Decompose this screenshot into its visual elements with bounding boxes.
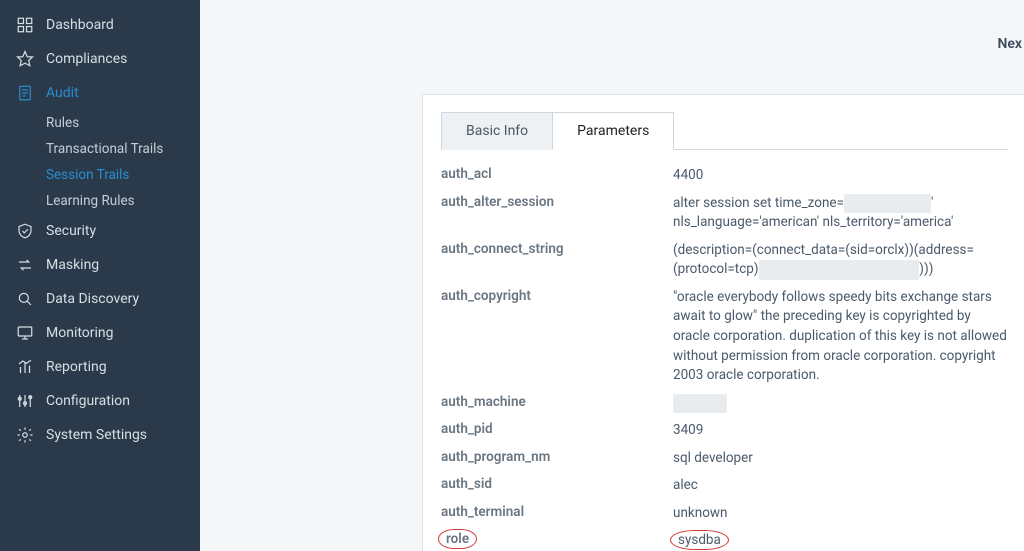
param-key-auth-connect-string: auth_connect_string: [441, 241, 669, 280]
sidebar-item-masking[interactable]: Masking: [0, 248, 200, 282]
monitor-icon: [14, 324, 36, 342]
param-val-auth-acl: 4400: [673, 166, 1008, 186]
redacted-value: xxxxxxxxxxxxxxxxxxxxxxxx: [759, 260, 920, 280]
sidebar-subitem-learning-rules[interactable]: Learning Rules: [46, 188, 200, 214]
param-val-auth-alter-session: alter session set time_zone=xxxxxxxxxxxx…: [673, 194, 1008, 233]
sidebar-item-data-discovery[interactable]: Data Discovery: [0, 282, 200, 316]
param-key-auth-alter-session: auth_alter_session: [441, 194, 669, 233]
sidebar: Dashboard Compliances Audit Rules Transa…: [0, 0, 200, 551]
sidebar-item-label: Dashboard: [46, 17, 114, 33]
param-val-auth-pid: 3409: [673, 421, 1008, 441]
tab-basic-info[interactable]: Basic Info: [441, 112, 553, 150]
param-key-role: role: [441, 531, 669, 551]
sidebar-item-audit[interactable]: Audit: [0, 76, 200, 110]
param-key-auth-pid: auth_pid: [441, 421, 669, 441]
tabs: Basic Info Parameters: [441, 111, 1008, 150]
sidebar-item-label: Masking: [46, 257, 99, 273]
param-val-auth-terminal: unknown: [673, 504, 1008, 524]
param-key-auth-acl: auth_acl: [441, 166, 669, 186]
grid-icon: [14, 16, 36, 34]
sidebar-subitem-rules[interactable]: Rules: [46, 110, 200, 136]
param-val-auth-connect-string: (description=(connect_data=(sid=orclx))(…: [673, 241, 1008, 280]
document-icon: [14, 84, 36, 102]
parameters-table: auth_acl 4400 auth_alter_session alter s…: [441, 166, 1008, 551]
bar-chart-icon: [14, 358, 36, 376]
next-link[interactable]: Nex: [997, 36, 1022, 52]
sliders-icon: [14, 392, 36, 410]
tab-parameters[interactable]: Parameters: [552, 112, 674, 150]
sidebar-item-label: Audit: [46, 85, 79, 101]
main-area: Nex Basic Info Parameters auth_acl 4400 …: [200, 0, 1024, 551]
sidebar-item-dashboard[interactable]: Dashboard: [0, 8, 200, 42]
sidebar-item-label: Security: [46, 223, 96, 239]
param-key-auth-sid: auth_sid: [441, 476, 669, 496]
sidebar-item-label: System Settings: [46, 427, 147, 443]
gear-icon: [14, 426, 36, 444]
text-fragment: ))): [919, 261, 933, 277]
sidebar-item-label: Data Discovery: [46, 291, 139, 307]
sidebar-item-label: Configuration: [46, 393, 130, 409]
sidebar-item-monitoring[interactable]: Monitoring: [0, 316, 200, 350]
highlight-oval: sysdba: [673, 532, 726, 548]
sidebar-subitem-transactional-trails[interactable]: Transactional Trails: [46, 136, 200, 162]
sidebar-item-label: Compliances: [46, 51, 127, 67]
param-key-auth-copyright: auth_copyright: [441, 288, 669, 386]
sidebar-subitem-session-trails[interactable]: Session Trails: [46, 162, 200, 188]
param-val-auth-sid: alec: [673, 476, 1008, 496]
param-key-auth-terminal: auth_terminal: [441, 504, 669, 524]
sidebar-item-reporting[interactable]: Reporting: [0, 350, 200, 384]
shield-icon: [14, 222, 36, 240]
sidebar-item-compliances[interactable]: Compliances: [0, 42, 200, 76]
search-icon: [14, 290, 36, 308]
param-key-auth-program-nm: auth_program_nm: [441, 449, 669, 469]
highlight-oval: role: [441, 531, 474, 547]
swap-icon: [14, 256, 36, 274]
text-fragment: alter session set time_zone=: [673, 195, 844, 211]
audit-subitems: Rules Transactional Trails Session Trail…: [0, 110, 200, 214]
param-val-auth-copyright: "oracle everybody follows speedy bits ex…: [673, 288, 1008, 386]
sidebar-item-system-settings[interactable]: System Settings: [0, 418, 200, 452]
param-val-auth-program-nm: sql developer: [673, 449, 1008, 469]
redacted-value: xxxxxxxxxxxxx: [844, 194, 931, 214]
param-key-auth-machine: auth_machine: [441, 394, 669, 414]
redacted-value: xxxxxxxx: [673, 394, 727, 414]
param-val-role: sysdba: [673, 531, 1008, 551]
sidebar-item-security[interactable]: Security: [0, 214, 200, 248]
param-val-auth-machine: xxxxxxxx: [673, 394, 1008, 414]
sidebar-item-configuration[interactable]: Configuration: [0, 384, 200, 418]
detail-panel: Basic Info Parameters auth_acl 4400 auth…: [422, 94, 1024, 551]
sidebar-item-label: Reporting: [46, 359, 107, 375]
sidebar-item-label: Monitoring: [46, 325, 114, 341]
star-icon: [14, 50, 36, 68]
